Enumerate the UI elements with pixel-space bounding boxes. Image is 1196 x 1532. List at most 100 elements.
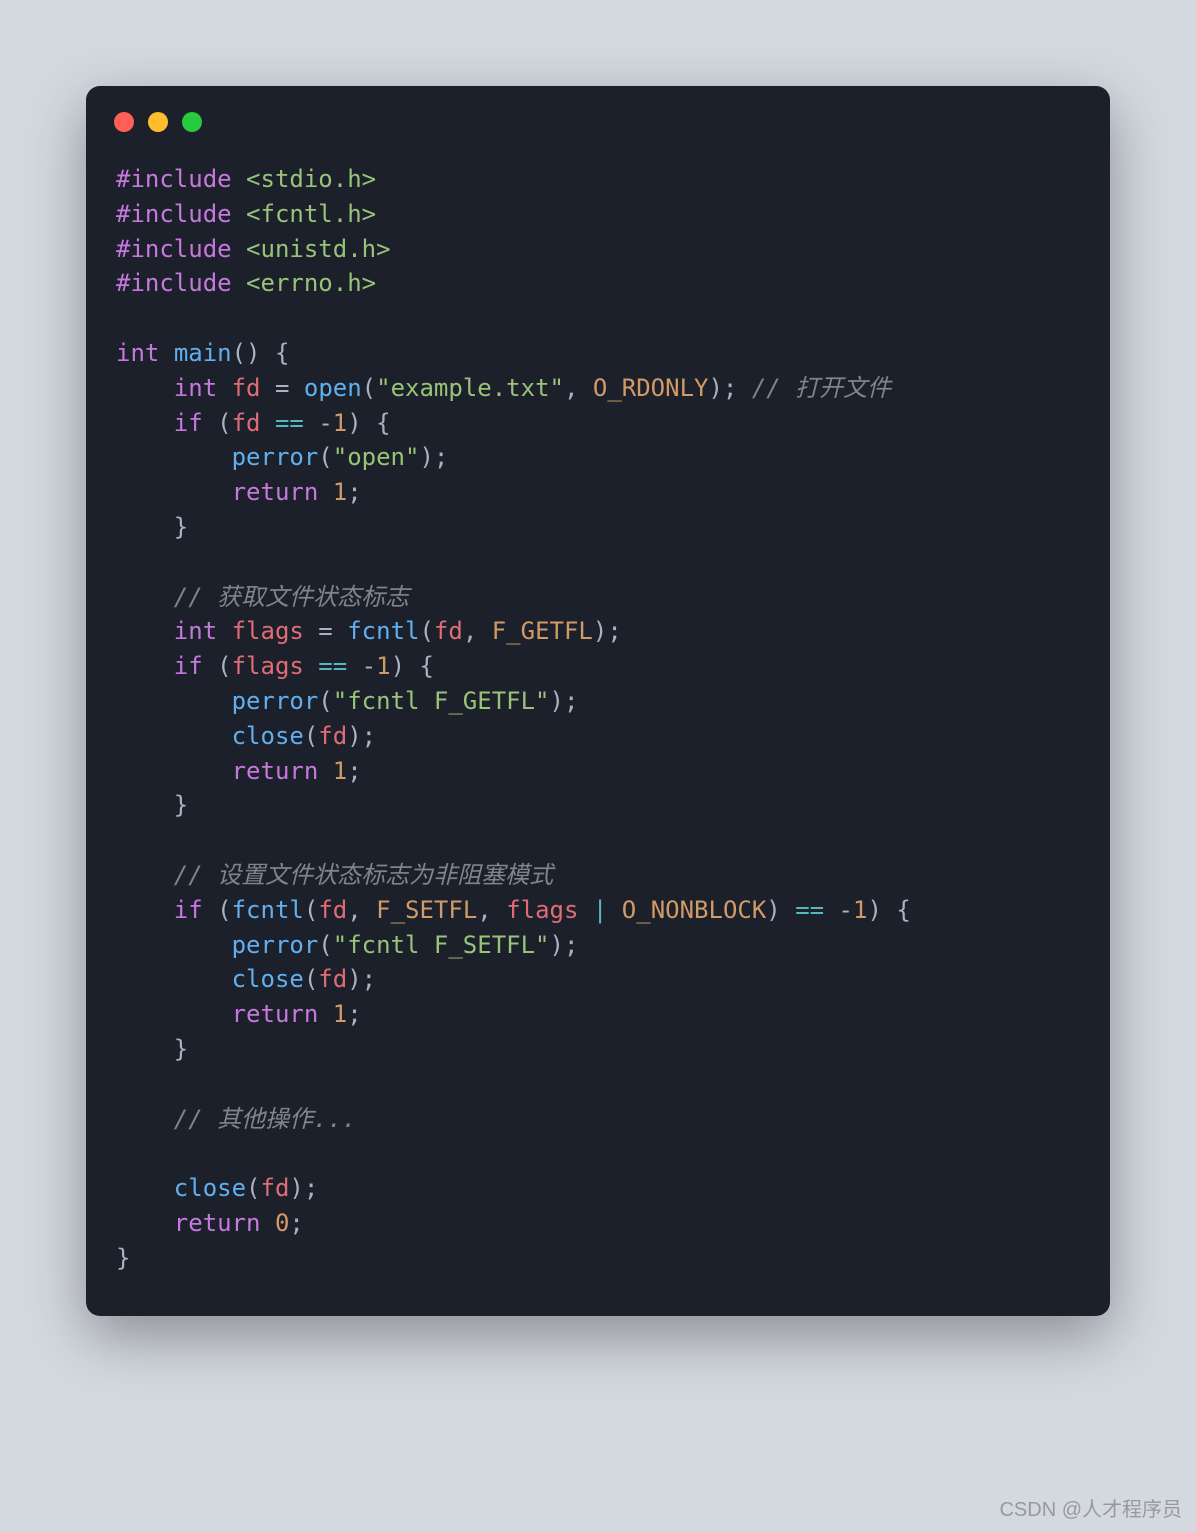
kw: return [232, 1000, 319, 1028]
punct: ; [289, 1209, 303, 1237]
kw: if [174, 652, 203, 680]
op: == [304, 652, 362, 680]
include-path: <stdio.h> [246, 165, 376, 193]
punct: ) { [867, 896, 910, 924]
preproc: #include [116, 269, 232, 297]
include-path: <fcntl.h> [246, 200, 376, 228]
window-titlebar [86, 86, 1110, 142]
punct: ); [593, 617, 622, 645]
punct: , [564, 374, 593, 402]
string: "example.txt" [376, 374, 564, 402]
num: 1 [333, 409, 347, 437]
comment: // 其他操作... [174, 1105, 357, 1133]
var: flags [232, 652, 304, 680]
arg: fd [318, 722, 347, 750]
zoom-dot-icon[interactable] [182, 112, 202, 132]
punct: } [174, 791, 188, 819]
comment: // 获取文件状态标志 [174, 583, 409, 611]
preproc: #include [116, 200, 232, 228]
punct: ( [246, 1174, 260, 1202]
punct: ); [347, 722, 376, 750]
code-window: #include <stdio.h> #include <fcntl.h> #i… [86, 86, 1110, 1316]
const: F_SETFL [376, 896, 477, 924]
punct: ( [318, 687, 332, 715]
fn: open [304, 374, 362, 402]
fn: perror [232, 931, 319, 959]
comment: // 打开文件 [737, 374, 891, 402]
include-path: <unistd.h> [246, 235, 391, 263]
const: F_GETFL [492, 617, 593, 645]
punct: ); [289, 1174, 318, 1202]
arg: fd [434, 617, 463, 645]
sp [318, 478, 332, 506]
punct: () { [232, 339, 290, 367]
kw: return [232, 478, 319, 506]
punct: ; [347, 1000, 361, 1028]
sp [261, 1209, 275, 1237]
fn: fcntl [232, 896, 304, 924]
var: flags [232, 617, 304, 645]
type: int [174, 374, 217, 402]
code-block: #include <stdio.h> #include <fcntl.h> #i… [86, 142, 1110, 1286]
function-name: main [174, 339, 232, 367]
punct: ); [550, 687, 579, 715]
string: "open" [333, 443, 420, 471]
eq: = [304, 617, 347, 645]
punct: ; [347, 478, 361, 506]
include-path: <errno.h> [246, 269, 376, 297]
const: O_RDONLY [593, 374, 709, 402]
punct: } [174, 513, 188, 541]
num: 1 [333, 478, 347, 506]
punct: } [116, 1244, 130, 1272]
op: == [781, 896, 839, 924]
fn: close [232, 965, 304, 993]
eq: = [261, 374, 304, 402]
punct: ( [318, 931, 332, 959]
watermark-text: CSDN @人才程序员 [999, 1493, 1182, 1522]
num: 1 [853, 896, 867, 924]
kw: return [174, 1209, 261, 1237]
op: | [578, 896, 621, 924]
arg: flags [506, 896, 578, 924]
punct: ); [347, 965, 376, 993]
arg: fd [318, 896, 347, 924]
punct: ( [318, 443, 332, 471]
neg: - [318, 409, 332, 437]
arg: fd [261, 1174, 290, 1202]
punct: ( [304, 896, 318, 924]
punct: , [463, 617, 492, 645]
kw: if [174, 409, 203, 437]
comment: // 设置文件状态标志为非阻塞模式 [174, 861, 553, 889]
fn: fcntl [347, 617, 419, 645]
op: == [261, 409, 319, 437]
kw: return [232, 757, 319, 785]
var: fd [232, 409, 261, 437]
string: "fcntl F_SETFL" [333, 931, 550, 959]
punct: ) { [347, 409, 390, 437]
punct: ( [203, 896, 232, 924]
minimize-dot-icon[interactable] [148, 112, 168, 132]
punct: } [174, 1035, 188, 1063]
fn: close [174, 1174, 246, 1202]
fn: perror [232, 687, 319, 715]
punct: ( [203, 652, 232, 680]
punct: ( [304, 965, 318, 993]
num: 1 [333, 1000, 347, 1028]
num: 0 [275, 1209, 289, 1237]
num: 1 [376, 652, 390, 680]
arg: fd [318, 965, 347, 993]
neg: - [362, 652, 376, 680]
type: int [116, 339, 159, 367]
const: O_NONBLOCK [622, 896, 767, 924]
punct: ); [419, 443, 448, 471]
close-dot-icon[interactable] [114, 112, 134, 132]
punct: ( [304, 722, 318, 750]
punct: , [477, 896, 506, 924]
punct: , [347, 896, 376, 924]
punct: ) { [391, 652, 434, 680]
preproc: #include [116, 165, 232, 193]
string: "fcntl F_GETFL" [333, 687, 550, 715]
neg: - [839, 896, 853, 924]
preproc: #include [116, 235, 232, 263]
var: fd [232, 374, 261, 402]
